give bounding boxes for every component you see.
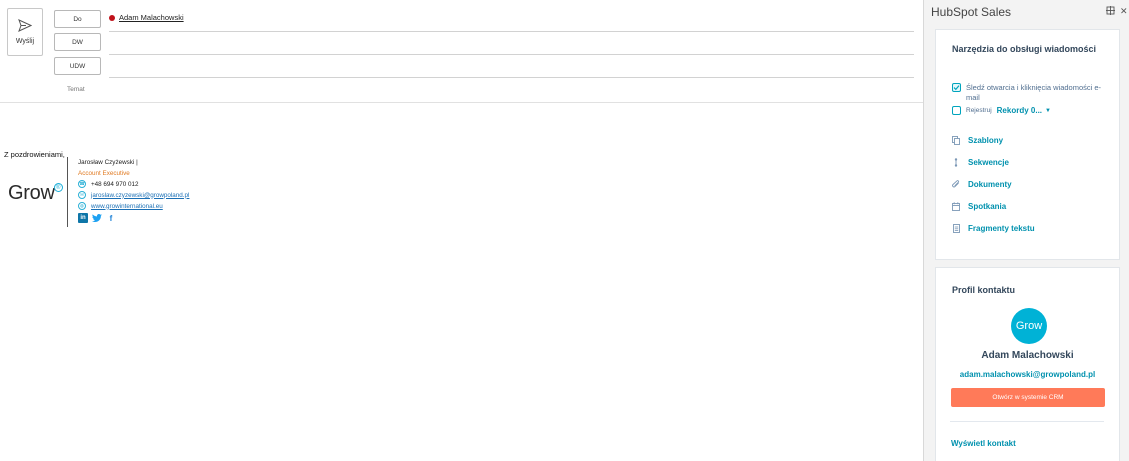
signature-email-link[interactable]: jaroslaw.czyzewski@growpoland.pl xyxy=(91,192,189,199)
pane-title: HubSpot Sales xyxy=(931,5,1012,19)
hubspot-pane: HubSpot Sales ✕ Narzędzia do obsługi wia… xyxy=(924,0,1129,461)
facebook-icon[interactable]: f xyxy=(106,213,116,223)
subject-field[interactable]: Temat xyxy=(67,86,85,93)
avatar-text: Grow xyxy=(1015,320,1043,332)
linkedin-icon[interactable]: in xyxy=(78,213,88,223)
signature-role: Account Executive xyxy=(78,170,130,177)
globe-icon: ◍ xyxy=(78,202,86,210)
app-root: Wyślij Do Adam Malachowski DW UDW Temat … xyxy=(0,0,1129,461)
contact-email-link[interactable]: adam.malachowski@growpoland.pl xyxy=(935,370,1120,379)
tool-snippets[interactable]: Fragmenty tekstu xyxy=(952,224,1035,233)
meetings-icon xyxy=(952,202,960,211)
signature-website-link[interactable]: www.growinternational.eu xyxy=(91,203,163,210)
log-row[interactable]: Rejestruj Rekordy 0... ▼ xyxy=(952,106,1051,115)
tools-card-heading: Narzędzia do obsługi wiadomości xyxy=(952,44,1097,54)
send-button[interactable]: Wyślij xyxy=(7,8,43,56)
profile-divider xyxy=(950,421,1104,422)
compose-area: Wyślij Do Adam Malachowski DW UDW Temat … xyxy=(0,0,923,461)
track-checkbox[interactable] xyxy=(952,83,961,92)
send-label: Wyślij xyxy=(15,38,35,45)
log-label: Rejestruj xyxy=(966,107,992,114)
tool-label: Szablony xyxy=(968,136,1004,145)
snippets-icon xyxy=(952,224,960,233)
tool-templates[interactable]: Szablony xyxy=(952,136,1003,145)
cc-button[interactable]: DW xyxy=(54,33,101,51)
contact-name: Adam Malachowski xyxy=(981,350,1074,361)
log-checkbox[interactable] xyxy=(952,106,961,115)
twitter-icon[interactable] xyxy=(92,213,102,223)
track-label: Śledź otwarcia i kliknięcia wiadomości e… xyxy=(966,83,1102,102)
registered-mark: ® xyxy=(53,183,63,192)
signature-phone-row: ☎ +48 694 970 012 xyxy=(78,180,138,188)
chevron-down-icon[interactable]: ▼ xyxy=(1045,108,1051,114)
send-icon xyxy=(18,19,32,32)
sequences-icon xyxy=(952,158,960,167)
open-in-crm-button[interactable]: Otwórz w systemie CRM xyxy=(951,388,1105,407)
phone-icon: ☎ xyxy=(78,180,86,188)
to-field-line xyxy=(109,31,914,32)
bcc-field-line xyxy=(109,77,914,78)
pin-icon[interactable] xyxy=(1106,6,1115,17)
bcc-button[interactable]: UDW xyxy=(54,57,101,75)
tool-sequences[interactable]: Sekwencje xyxy=(952,158,1009,167)
presence-dot xyxy=(109,14,115,21)
tool-label: Fragmenty tekstu xyxy=(968,224,1035,233)
signature-email-row: ✉ jaroslaw.czyzewski@growpoland.pl xyxy=(78,191,189,199)
signature-name: Jarosław Czyżewski | xyxy=(78,159,138,166)
documents-icon xyxy=(952,180,960,189)
signature-web-row: ◍ www.growinternational.eu xyxy=(78,202,163,210)
tool-label: Sekwencje xyxy=(968,158,1009,167)
tool-label: Spotkania xyxy=(968,202,1007,211)
compose-divider xyxy=(0,102,923,103)
templates-icon xyxy=(952,136,960,145)
signature-logo: Grow ® xyxy=(8,182,63,205)
signature-phone: +48 694 970 012 xyxy=(91,180,139,188)
view-contact-link[interactable]: Wyświetl kontakt xyxy=(951,439,1016,448)
greeting-text: Z pozdrowieniami, xyxy=(4,150,65,159)
profile-card: Profil kontaktu xyxy=(935,267,1120,461)
track-row[interactable]: Śledź otwarcia i kliknięcia wiadomości e… xyxy=(952,83,1112,103)
email-icon: ✉ xyxy=(78,191,86,199)
check-icon xyxy=(953,85,960,91)
to-button[interactable]: Do xyxy=(54,10,101,28)
tool-meetings[interactable]: Spotkania xyxy=(952,202,1006,211)
avatar: Grow xyxy=(1011,308,1047,344)
signature-divider xyxy=(67,157,68,227)
cc-field-line xyxy=(109,54,914,55)
recipient-chip[interactable]: Adam Malachowski xyxy=(109,13,184,22)
signature-social: in f xyxy=(78,213,116,223)
close-icon[interactable]: ✕ xyxy=(1120,6,1128,17)
tools-card: Narzędzia do obsługi wiadomości Śledź ot… xyxy=(935,29,1120,260)
log-records-dropdown[interactable]: Rekordy 0... xyxy=(997,106,1042,115)
tool-label: Dokumenty xyxy=(968,180,1012,189)
signature-logo-text: Grow xyxy=(8,182,55,204)
profile-card-heading: Profil kontaktu xyxy=(952,285,1016,295)
tool-documents[interactable]: Dokumenty xyxy=(952,180,1012,189)
recipient-name: Adam Malachowski xyxy=(119,13,184,22)
